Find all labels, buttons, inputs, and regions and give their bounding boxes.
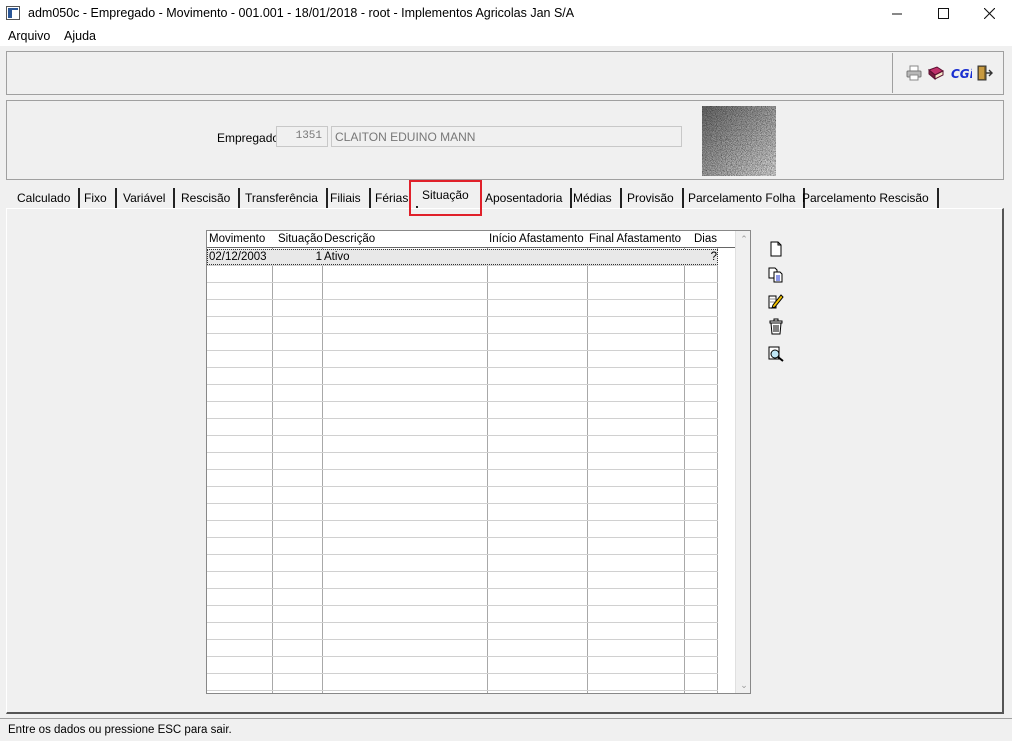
copy-record-icon[interactable]: [767, 266, 785, 284]
tab-rescisao[interactable]: Rescisão: [173, 188, 241, 208]
column-header-movimento[interactable]: Movimento: [209, 233, 265, 245]
close-icon: [983, 8, 995, 19]
tab-medias[interactable]: Médias: [565, 188, 622, 208]
column-header-dias[interactable]: Dias: [694, 233, 717, 245]
grid-row-line: [207, 350, 718, 351]
column-header-descricao[interactable]: Descrição: [324, 233, 375, 245]
grid-row-line: [207, 537, 718, 538]
search-record-icon[interactable]: [767, 345, 785, 363]
menu-arquivo[interactable]: Arquivo: [8, 29, 50, 43]
table-row[interactable]: 02/12/2003 1 Ativo ?: [207, 249, 718, 265]
tab-filiais[interactable]: Filiais: [322, 188, 371, 208]
book-icon[interactable]: [927, 64, 945, 82]
cell-dias: ?: [710, 251, 717, 263]
tab-transferencia[interactable]: Transferência: [237, 188, 328, 208]
grid-row-line: [207, 690, 718, 691]
printer-icon[interactable]: [905, 64, 923, 82]
grid-row-line: [207, 554, 718, 555]
toolbar-panel: CGi: [6, 51, 1004, 95]
menu-bar: Arquivo Ajuda: [0, 27, 1012, 46]
close-button[interactable]: [966, 0, 1012, 27]
maximize-icon: [937, 8, 949, 19]
grid-row-line: [207, 656, 718, 657]
employee-photo: [702, 106, 776, 176]
window-title: adm050c - Empregado - Movimento - 001.00…: [28, 6, 575, 20]
grid-row-line: [207, 435, 718, 436]
tab-provisao[interactable]: Provisão: [619, 188, 684, 208]
cell-movimento: 02/12/2003: [209, 251, 267, 263]
cgi-icon[interactable]: CGi: [950, 64, 972, 82]
edit-record-icon[interactable]: [767, 292, 785, 310]
employee-code-field[interactable]: 1351: [276, 126, 328, 147]
grid-row-line: [207, 486, 718, 487]
grid-row-line: [207, 452, 718, 453]
grid-row-line: [207, 265, 718, 266]
grid-row-line: [207, 571, 718, 572]
tab-parcelamento-folha[interactable]: Parcelamento Folha: [680, 188, 806, 208]
grid-scrollbar[interactable]: ⌃ ⌄: [735, 231, 750, 693]
grid-row-line: [207, 384, 718, 385]
active-tab-highlight: [409, 180, 482, 216]
tab-variavel[interactable]: Variável: [115, 188, 176, 208]
employee-header-panel: Empregado: 1351 CLAITON EDUINO MANN: [6, 100, 1004, 180]
app-icon: [6, 6, 20, 20]
menu-ajuda[interactable]: Ajuda: [64, 29, 96, 43]
grid-row-line: [207, 282, 718, 283]
grid-row-line: [207, 639, 718, 640]
grid-row-line: [207, 401, 718, 402]
exit-door-icon[interactable]: [975, 64, 993, 82]
minimize-button[interactable]: [874, 0, 920, 27]
column-header-inicio-afastamento[interactable]: Início Afastamento: [489, 233, 584, 245]
title-bar: adm050c - Empregado - Movimento - 001.00…: [0, 0, 1012, 27]
grid-row-line: [207, 588, 718, 589]
grid-row-line: [207, 503, 718, 504]
tab-calculado[interactable]: Calculado: [9, 188, 81, 208]
scroll-down-arrow[interactable]: ⌄: [736, 677, 750, 693]
grid-row-line: [207, 469, 718, 470]
delete-record-icon[interactable]: [767, 318, 785, 336]
grid-row-line: [207, 673, 718, 674]
minimize-icon: [891, 13, 902, 15]
grid-row-line: [207, 367, 718, 368]
status-bar: Entre os dados ou pressione ESC para sai…: [0, 718, 1012, 741]
column-header-situacao[interactable]: Situação: [278, 233, 323, 245]
grid-row-line: [207, 333, 718, 334]
tab-parcelamento-rescisao[interactable]: Parcelamento Rescisão: [794, 188, 939, 208]
column-header-final-afastamento[interactable]: Final Afastamento: [589, 233, 681, 245]
status-text: Entre os dados ou pressione ESC para sai…: [8, 724, 232, 736]
tab-fixo[interactable]: Fixo: [76, 188, 117, 208]
cell-descricao: Ativo: [324, 251, 350, 263]
scroll-up-arrow[interactable]: ⌃: [736, 231, 750, 247]
svg-text:CGi: CGi: [951, 67, 972, 81]
grid-row-line: [207, 605, 718, 606]
employee-name-field[interactable]: CLAITON EDUINO MANN: [331, 126, 682, 147]
toolbar-separator: [892, 53, 893, 93]
new-record-icon[interactable]: [767, 240, 785, 258]
grid-header: Movimento Situação Descrição Início Afas…: [207, 231, 735, 248]
grid-row-line: [207, 316, 718, 317]
maximize-button[interactable]: [920, 0, 966, 27]
grid-row-line: [207, 520, 718, 521]
grid-row-line: [207, 622, 718, 623]
grid-row-line: [207, 418, 718, 419]
situacao-grid[interactable]: Movimento Situação Descrição Início Afas…: [206, 230, 751, 694]
tab-aposentadoria[interactable]: Aposentadoria: [477, 188, 573, 208]
grid-row-line: [207, 299, 718, 300]
employee-label: Empregado:: [217, 131, 283, 145]
cell-situacao: 1: [315, 251, 322, 263]
